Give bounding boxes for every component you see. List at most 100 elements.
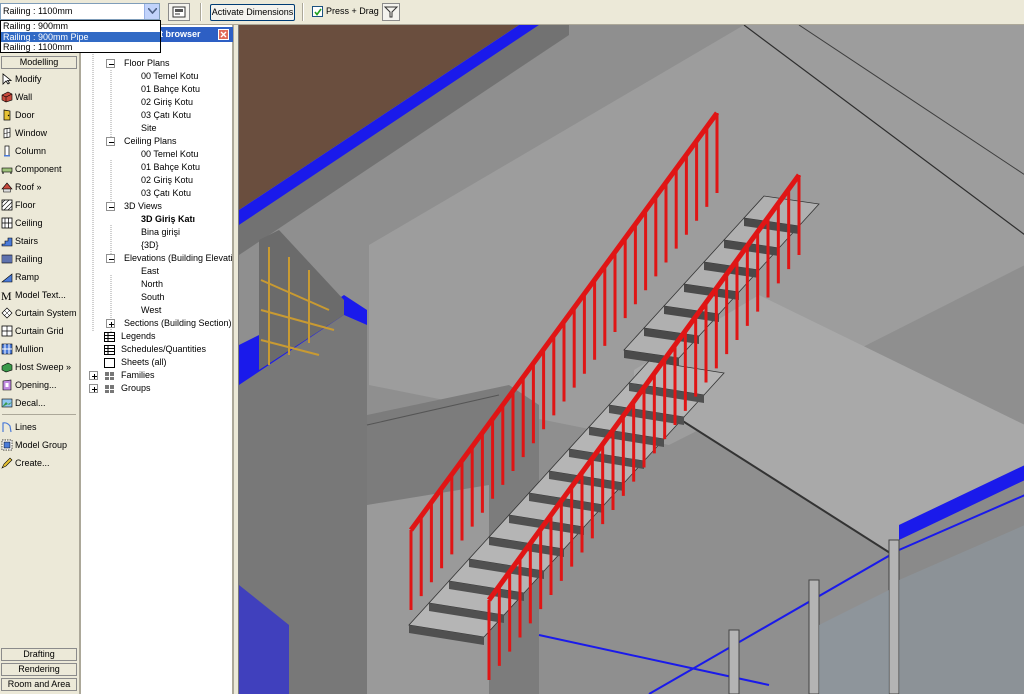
filter-button[interactable]	[382, 3, 400, 21]
railing-icon	[1, 254, 13, 264]
tree-item-ceiling-plans[interactable]: Ceiling Plans	[124, 136, 177, 146]
roof-icon	[1, 182, 13, 193]
host-sweep-tool[interactable]: Host Sweep »	[0, 359, 78, 376]
model-group-icon	[1, 439, 13, 451]
schedule-icon	[104, 345, 115, 355]
arrow-cursor-icon	[2, 73, 13, 85]
type-selector[interactable]: Railing : 1100mm	[0, 3, 160, 20]
decal-tool[interactable]: Decal...	[0, 395, 78, 412]
tool-label: Roof »	[15, 182, 42, 192]
opening-icon	[2, 379, 12, 391]
tool-label: Floor	[15, 200, 36, 210]
ceiling-icon	[1, 217, 13, 229]
stairs-icon	[1, 237, 13, 247]
tree-item[interactable]: South	[141, 292, 165, 302]
tree-item[interactable]: 01 Bahçe Kotu	[141, 162, 200, 172]
window-tool[interactable]: Window	[0, 125, 78, 142]
tab-rendering[interactable]: Rendering	[1, 663, 77, 676]
create-icon	[1, 457, 13, 469]
modify-tool[interactable]: Modify	[0, 71, 78, 88]
tool-label: Mullion	[15, 344, 44, 354]
lines-tool[interactable]: Lines	[0, 419, 78, 436]
dropdown-option[interactable]: Railing : 1100mm	[1, 42, 160, 53]
model-group-tool[interactable]: Model Group	[0, 437, 78, 454]
stairs-tool[interactable]: Stairs	[0, 233, 78, 250]
wall-tool[interactable]: Wall	[0, 89, 78, 106]
tool-label: Modify	[15, 74, 42, 84]
tab-drafting[interactable]: Drafting	[1, 648, 77, 661]
tree-item[interactable]: 01 Bahçe Kotu	[141, 84, 200, 94]
tree-item-groups[interactable]: Groups	[121, 383, 151, 393]
column-tool[interactable]: Column	[0, 143, 78, 160]
tree-item-floor-plans[interactable]: Floor Plans	[124, 58, 170, 68]
tree-item-families[interactable]: Families	[121, 370, 155, 380]
3d-viewport[interactable]	[238, 25, 1024, 694]
tool-label: Door	[15, 110, 35, 120]
tool-label: Decal...	[15, 398, 46, 408]
design-bar: Modelling Modify Wall Door Window Column…	[0, 25, 80, 694]
dropdown-option-selected[interactable]: Railing : 900mm Pipe	[1, 31, 160, 42]
ceiling-tool[interactable]: Ceiling	[0, 215, 78, 232]
create-tool[interactable]: Create...	[0, 455, 78, 472]
tree-item[interactable]: 00 Temel Kotu	[141, 71, 198, 81]
opening-tool[interactable]: Opening...	[0, 377, 78, 394]
collapse-icon[interactable]	[106, 202, 115, 211]
tree-item[interactable]: North	[141, 279, 163, 289]
tool-label: Ceiling	[15, 218, 43, 228]
tree-item-elevations[interactable]: Elevations (Building Elevation)	[124, 253, 232, 263]
families-icon	[105, 372, 114, 380]
tool-label: Host Sweep »	[15, 362, 72, 372]
railing-tool[interactable]: Railing	[0, 251, 78, 268]
dropdown-option[interactable]: Railing : 900mm	[1, 21, 160, 32]
expand-icon[interactable]	[89, 384, 98, 393]
ramp-icon	[1, 273, 13, 283]
tree-item[interactable]: 00 Temel Kotu	[141, 149, 198, 159]
component-tool[interactable]: Component	[0, 161, 78, 178]
mullion-tool[interactable]: Mullion	[0, 341, 78, 358]
collapse-icon[interactable]	[106, 254, 115, 263]
collapse-icon[interactable]	[106, 137, 115, 146]
activate-dimensions-button[interactable]: Activate Dimensions	[210, 4, 295, 21]
tree-item[interactable]: 02 Giriş Kotu	[141, 97, 193, 107]
close-icon[interactable]	[218, 29, 229, 40]
expand-icon[interactable]	[89, 371, 98, 380]
tree-item-schedules[interactable]: Schedules/Quantities	[121, 344, 206, 354]
tree-item[interactable]: 03 Çatı Kotu	[141, 188, 191, 198]
project-browser: ct browser Floor Plans 00 Temel Kotu 01 …	[80, 25, 234, 694]
tool-label: Wall	[15, 92, 33, 102]
tree-item[interactable]: 03 Çatı Kotu	[141, 110, 191, 120]
tree-item-sheets[interactable]: Sheets (all)	[121, 357, 167, 367]
checkmark-icon[interactable]	[312, 6, 323, 17]
component-icon	[1, 167, 13, 174]
tree-item-active-view[interactable]: 3D Giriş Katı	[141, 214, 195, 224]
collapse-icon[interactable]	[106, 59, 115, 68]
properties-button[interactable]	[168, 3, 190, 21]
tree-item[interactable]: {3D}	[141, 240, 159, 250]
tree-item-3d-views[interactable]: 3D Views	[124, 201, 162, 211]
tool-separator	[2, 414, 76, 415]
model-text-tool[interactable]: M Model Text...	[0, 287, 78, 304]
expand-icon[interactable]	[106, 319, 115, 328]
ramp-tool[interactable]: Ramp	[0, 269, 78, 286]
tree-item[interactable]: East	[141, 266, 159, 276]
door-tool[interactable]: Door	[0, 107, 78, 124]
tool-label: Column	[15, 146, 47, 156]
tab-modelling[interactable]: Modelling	[1, 56, 77, 69]
tree-item-legends[interactable]: Legends	[121, 331, 156, 341]
floor-tool[interactable]: Floor	[0, 197, 78, 214]
tree-item[interactable]: Bina girişi	[141, 227, 180, 237]
tool-label: Curtain System	[15, 308, 77, 318]
window-icon	[3, 127, 11, 139]
tree-item-sections[interactable]: Sections (Building Section)	[124, 318, 232, 328]
chevron-down-icon[interactable]	[144, 4, 159, 19]
roof-tool[interactable]: Roof »	[0, 179, 78, 196]
curtain-grid-tool[interactable]: Curtain Grid	[0, 323, 78, 340]
tree-item[interactable]: West	[141, 305, 161, 315]
curtain-system-tool[interactable]: Curtain System	[0, 305, 78, 322]
tree-item[interactable]: 02 Giriş Kotu	[141, 175, 193, 185]
groups-icon	[105, 385, 114, 393]
tab-room-and-area[interactable]: Room and Area	[1, 678, 77, 691]
toolbar-separator	[200, 3, 202, 21]
door-icon	[3, 109, 11, 121]
tree-item[interactable]: Site	[141, 123, 157, 133]
